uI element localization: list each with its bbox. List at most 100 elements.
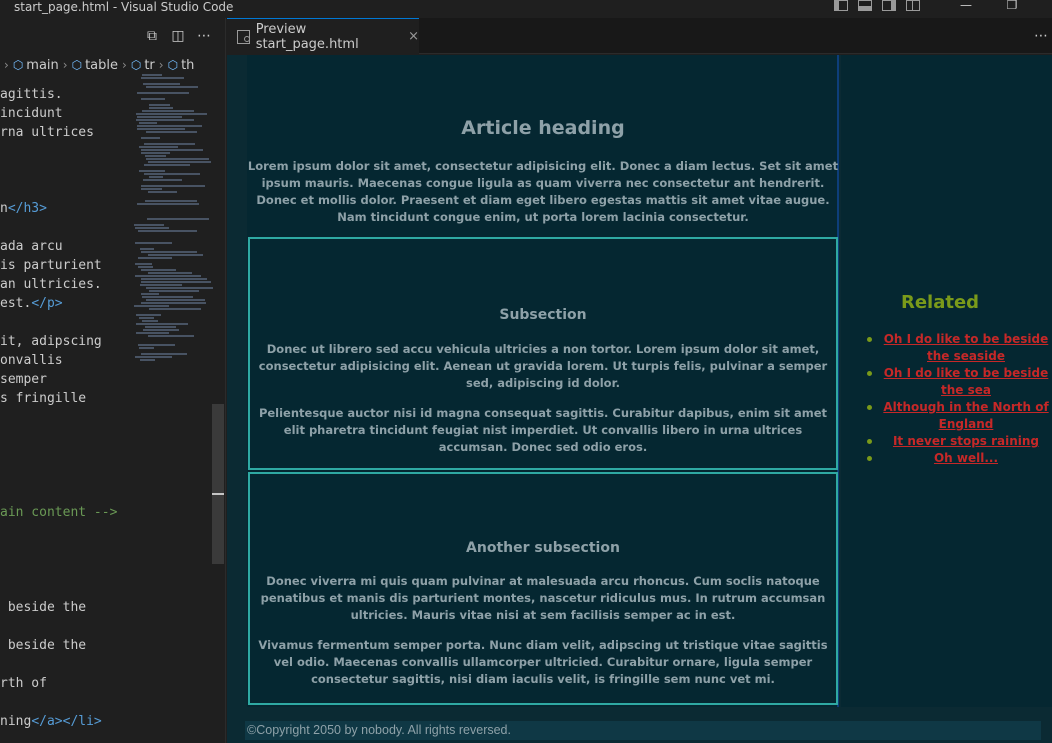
editor-toolbar: ⧉ ◫ ⋯ (0, 18, 225, 54)
minimap-line (136, 119, 194, 121)
minimap-line (146, 299, 205, 301)
minimap-line (146, 86, 198, 88)
minimap-line (138, 257, 172, 259)
minimap-line (149, 107, 173, 109)
html-preview: Article heading Lorem ipsum dolor sit am… (227, 55, 1052, 743)
window-title: start_page.html - Visual Studio Code (14, 0, 234, 14)
subsection-heading: Subsection (499, 307, 587, 323)
minimize-icon[interactable]: — (948, 0, 984, 14)
minimap-line (137, 125, 202, 127)
more-actions-icon[interactable]: ⋯ (1034, 28, 1048, 44)
minimap-line (143, 83, 180, 85)
minimap-line (135, 356, 172, 358)
minimap-line (135, 242, 172, 244)
minimap-line (141, 281, 211, 283)
code-line: agittis. (0, 87, 63, 102)
code-line: ada arcu (0, 239, 63, 254)
minimap-line (141, 77, 184, 79)
minimap-line (141, 293, 159, 295)
minimap-line (148, 254, 203, 256)
minimap-line (144, 164, 190, 166)
minimap-line (139, 146, 178, 148)
minimap-line (139, 347, 154, 349)
subsection-paragraph: Vivamus fermentum semper porta. Nunc dia… (258, 638, 828, 686)
minimap-line (141, 185, 205, 187)
breadcrumb: › ⬡ main › ⬡ table › ⬡ tr › ⬡ th (0, 54, 225, 76)
minimap-line (139, 122, 157, 124)
code-text[interactable]: agittis. incidunt rna ultrices n</h3> ada … (0, 85, 130, 731)
page-footer: ©Copyright 2050 by nobody. All rights re… (245, 721, 1041, 740)
subsection-heading: Another subsection (466, 540, 620, 556)
code-line: rna ultrices (0, 125, 94, 140)
minimap-line (135, 263, 152, 265)
breadcrumb-item[interactable]: ⬡ main (13, 58, 59, 73)
related-link[interactable]: Oh well... (934, 451, 998, 465)
related-link[interactable]: Oh I do like to be beside the seaside (884, 332, 1049, 363)
minimap-line (137, 116, 182, 118)
tab-label: Preview start_page.html (255, 21, 359, 52)
related-sidebar: Related Oh I do like to be beside the se… (841, 55, 1052, 707)
preview-icon (237, 29, 250, 44)
code-line: beside the (0, 638, 87, 653)
list-item: Oh well... (867, 450, 1051, 467)
tab-preview-start-page[interactable]: Preview start_page.html × (227, 18, 419, 54)
code-line: rth of (0, 676, 47, 691)
minimap-line (148, 191, 177, 193)
more-actions-icon[interactable]: ⋯ (197, 28, 211, 44)
minimap-line (136, 314, 161, 316)
minimap-line (145, 155, 166, 157)
minimap-line (146, 287, 213, 289)
editor-scrollbar[interactable] (212, 404, 224, 564)
minimap-line (135, 227, 169, 229)
minimap-line (146, 131, 197, 133)
toggle-secondary-sidebar-icon[interactable] (882, 0, 896, 11)
scrollbar-cursor-marker (212, 493, 224, 495)
subsection-card: Subsection Donec ut librero sed accu veh… (248, 237, 838, 470)
minimap-line (137, 128, 185, 130)
minimap-line (144, 173, 200, 175)
minimap-line (134, 224, 164, 226)
minimap-line (144, 143, 195, 145)
minimap[interactable] (134, 74, 213, 374)
minimap-line (149, 290, 199, 292)
minimap-line (139, 170, 165, 172)
breadcrumb-item[interactable]: ⬡ th (168, 58, 195, 73)
split-editor-icon[interactable]: ◫ (171, 28, 185, 44)
open-preview-icon[interactable]: ⧉ (145, 28, 159, 44)
list-item: Although in the North of England (867, 399, 1051, 433)
breadcrumb-item[interactable]: ⬡ table (72, 58, 118, 73)
minimap-line (143, 329, 179, 331)
code-line: ain content --> (0, 505, 118, 520)
minimap-line (142, 110, 194, 112)
customize-layout-icon[interactable] (906, 0, 920, 11)
code-line: incidunt (0, 106, 63, 121)
toggle-panel-icon[interactable] (858, 0, 872, 11)
article: Article heading Lorem ipsum dolor sit am… (247, 55, 839, 707)
article-lead-paragraph: Lorem ipsum dolor sit amet, consectetur … (247, 159, 839, 224)
element-icon: ⬡ (167, 58, 179, 72)
code-line: an ultricies. (0, 277, 102, 292)
element-icon: ⬡ (130, 58, 142, 72)
minimap-line (145, 200, 197, 202)
list-item: Oh I do like to be beside the sea (867, 365, 1051, 399)
minimap-line (148, 161, 211, 163)
related-heading: Related (900, 292, 980, 313)
close-icon[interactable]: × (408, 29, 419, 44)
minimap-line (147, 218, 209, 220)
related-link[interactable]: Although in the North of England (883, 400, 1048, 431)
toggle-primary-sidebar-icon[interactable] (834, 0, 848, 11)
minimap-line (143, 179, 182, 181)
related-link[interactable]: It never stops raining (893, 434, 1039, 448)
related-link[interactable]: Oh I do like to be beside the sea (884, 366, 1049, 397)
code-line: onvallis (0, 353, 63, 368)
minimap-line (141, 278, 207, 280)
breadcrumb-item[interactable]: ⬡ tr (131, 58, 155, 73)
maximize-icon[interactable]: ❐ (994, 0, 1030, 14)
